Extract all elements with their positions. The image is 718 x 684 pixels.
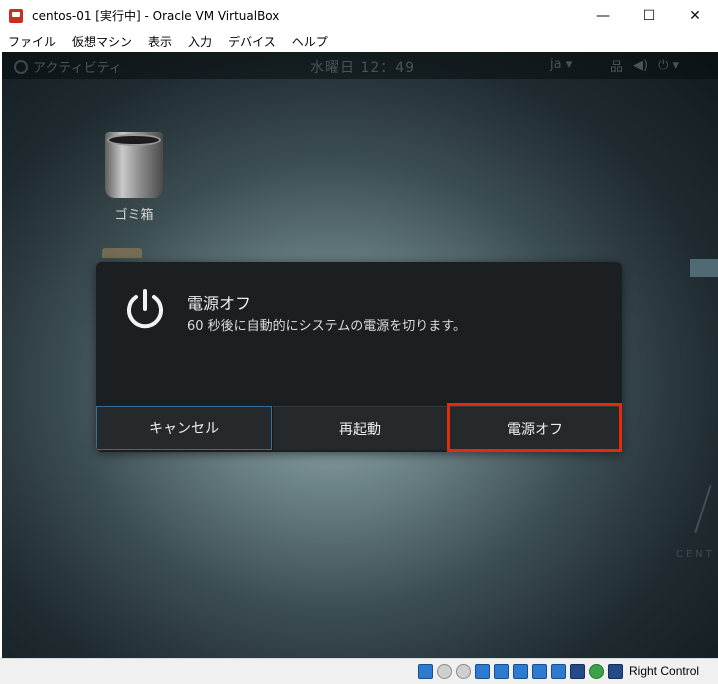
menu-view[interactable]: 表示 [140,33,180,50]
activities-button[interactable]: アクティビティ [14,57,122,76]
vm-status-bar: Right Control [0,658,718,684]
minimize-button[interactable]: — [580,0,626,31]
menu-help[interactable]: ヘルプ [284,33,336,50]
hdd-icon[interactable] [418,664,433,679]
menu-machine[interactable]: 仮想マシン [64,33,140,50]
trash-icon [105,132,163,198]
video-capture-icon[interactable] [551,664,566,679]
menu-devices[interactable]: デバイス [220,33,284,50]
maximize-button[interactable]: ☐ [626,0,672,31]
desktop-folder-icon[interactable] [102,248,142,258]
shared-folders-icon[interactable] [513,664,528,679]
menu-input[interactable]: 入力 [180,33,220,50]
gnome-top-bar: アクティビティ 水曜日 12：49 ja ▾ 品 ◀) ⏻ ▾ [2,52,718,79]
desktop-trash[interactable]: ゴミ箱 [102,132,166,223]
centos-logo-mark [694,484,712,534]
power-icon: ⏻ ▾ [658,58,680,73]
input-language-indicator[interactable]: ja ▾ [550,57,572,72]
network-adapter-icon[interactable] [475,664,490,679]
trash-label: ゴミ箱 [114,208,154,223]
highlight-annotation [447,403,622,452]
device-status-icons [418,664,627,679]
optical-icon[interactable] [437,664,452,679]
network-icon: 品 [610,60,624,75]
cancel-button[interactable]: キャンセル [96,406,272,450]
audio-icon[interactable] [456,664,471,679]
guest-screen[interactable]: アクティビティ 水曜日 12：49 ja ▾ 品 ◀) ⏻ ▾ ゴミ箱 CENT… [2,52,718,658]
desktop-item-partial[interactable] [690,259,718,277]
virtualbox-icon [8,8,24,24]
power-icon [127,289,163,329]
host-key-label: Right Control [629,664,700,678]
cpu-icon[interactable] [570,664,585,679]
dialog-message: 60 秒後に自動的にシステムの電源を切ります。 [187,319,466,334]
menu-bar: ファイル 仮想マシン 表示 入力 デバイス ヘルプ [0,31,718,52]
restart-button[interactable]: 再起動 [272,406,447,450]
close-button[interactable]: ✕ [672,0,718,31]
menu-file[interactable]: ファイル [0,33,64,50]
host-key-arrow-icon [608,664,623,679]
dialog-title: 電源オフ [187,294,252,313]
clock[interactable]: 水曜日 12：49 [310,57,415,77]
window-titlebar: centos-01 [実行中] - Oracle VM VirtualBox —… [0,0,718,31]
activities-icon [14,59,28,74]
volume-icon: ◀) [633,58,649,73]
display-icon[interactable] [532,664,547,679]
mouse-integration-icon[interactable] [589,664,604,679]
window-controls: — ☐ ✕ [580,0,718,31]
activities-label: アクティビティ [33,61,122,76]
system-status-area[interactable]: 品 ◀) ⏻ ▾ [610,56,689,75]
centos-watermark: CENT [676,549,715,560]
window-title: centos-01 [実行中] - Oracle VM VirtualBox [32,9,280,23]
usb-icon[interactable] [494,664,509,679]
